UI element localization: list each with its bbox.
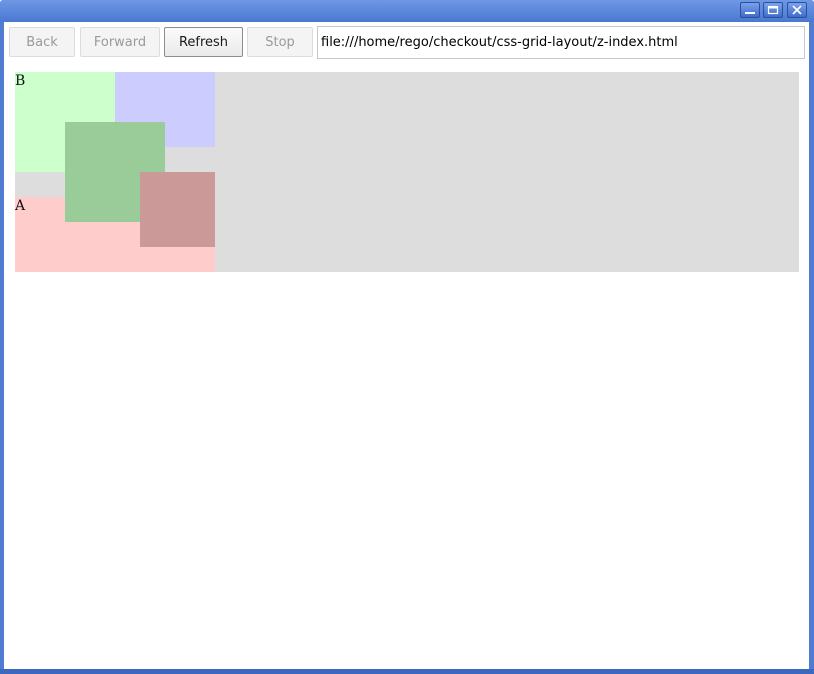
navigation-toolbar: Back Forward Refresh Stop file:///home/r… [4, 22, 809, 66]
title-bar[interactable] [0, 0, 814, 22]
grid-container: A B [15, 72, 799, 272]
grid-item-e [140, 172, 215, 247]
url-input[interactable]: file:///home/rego/checkout/css-grid-layo… [317, 26, 805, 59]
refresh-button[interactable]: Refresh [164, 27, 243, 57]
back-button[interactable]: Back [9, 27, 75, 57]
page-viewport: A B [4, 66, 809, 669]
window-bottom-border [0, 669, 814, 674]
browser-window: Back Forward Refresh Stop file:///home/r… [0, 0, 814, 674]
browser-client-area: Back Forward Refresh Stop file:///home/r… [4, 22, 809, 669]
minimize-icon [745, 12, 755, 14]
close-button[interactable] [787, 2, 807, 18]
maximize-icon [767, 5, 779, 15]
grid-item-b-label: B [15, 73, 26, 89]
close-icon [792, 5, 802, 15]
maximize-button[interactable] [763, 2, 783, 18]
forward-button[interactable]: Forward [80, 27, 160, 57]
grid-item-a-label: A [15, 198, 26, 214]
minimize-button[interactable] [740, 2, 760, 18]
stop-button[interactable]: Stop [247, 27, 313, 57]
